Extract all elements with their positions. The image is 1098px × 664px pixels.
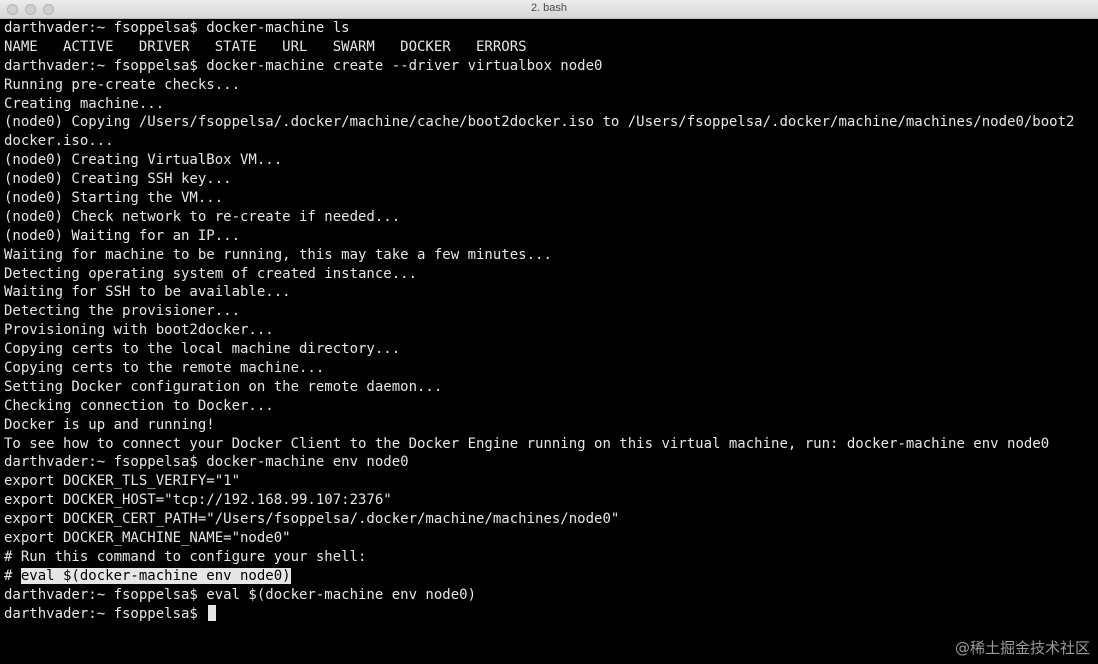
terminal-line: NAME ACTIVE DRIVER STATE URL SWARM DOCKE…: [4, 38, 527, 55]
terminal-line: Copying certs to the remote machine...: [4, 360, 325, 377]
text-cursor: [208, 604, 217, 621]
terminal-line: # Run this command to configure your she…: [4, 548, 367, 565]
terminal-line: (node0) Waiting for an IP...: [4, 227, 241, 244]
terminal-window: 2. bash darthvader:~ fsoppelsa$ docker-m…: [0, 0, 1098, 664]
terminal-line: (node0) Starting the VM...: [4, 190, 224, 207]
terminal-line: export DOCKER_CERT_PATH="/Users/fsoppels…: [4, 511, 620, 528]
prompt-line[interactable]: darthvader:~ fsoppelsa$: [4, 604, 1098, 624]
terminal-line: darthvader:~ fsoppelsa$ docker-machine l…: [4, 20, 350, 36]
comment-prefix: #: [4, 567, 21, 584]
terminal-line: Docker is up and running!: [4, 416, 215, 433]
terminal-line: Detecting the provisioner...: [4, 303, 241, 320]
terminal-line: Checking connection to Docker...: [4, 397, 274, 414]
terminal-line: Creating machine...: [4, 95, 165, 112]
terminal-line: (node0) Creating VirtualBox VM...: [4, 152, 283, 169]
terminal-line: Provisioning with boot2docker...: [4, 322, 274, 339]
title-bar: 2. bash: [0, 0, 1098, 19]
terminal-line: darthvader:~ fsoppelsa$ eval $(docker-ma…: [4, 586, 477, 603]
selected-text[interactable]: eval $(docker-machine env node0): [20, 567, 291, 584]
terminal-line: Waiting for SSH to be available...: [4, 284, 291, 301]
terminal-line: Running pre-create checks...: [4, 76, 241, 93]
terminal-line: (node0) Check network to re-create if ne…: [4, 208, 401, 225]
terminal-line: To see how to connect your Docker Client…: [4, 435, 1050, 452]
terminal-output[interactable]: darthvader:~ fsoppelsa$ docker-machine l…: [0, 19, 1098, 664]
terminal-line: docker.iso...: [4, 133, 114, 150]
highlighted-command-line: # eval $(docker-machine env node0): [4, 567, 1098, 586]
terminal-line: export DOCKER_TLS_VERIFY="1": [4, 473, 241, 490]
terminal-line: Waiting for machine to be running, this …: [4, 246, 552, 263]
terminal-line: export DOCKER_MACHINE_NAME="node0": [4, 530, 291, 547]
terminal-line: Copying certs to the local machine direc…: [4, 341, 401, 358]
terminal-line: (node0) Copying /Users/fsoppelsa/.docker…: [4, 114, 1075, 131]
shell-prompt: darthvader:~ fsoppelsa$: [4, 605, 207, 622]
watermark: @稀土掘金技术社区: [954, 639, 1090, 657]
terminal-line: darthvader:~ fsoppelsa$ docker-machine e…: [4, 454, 409, 471]
window-title: 2. bash: [530, 2, 568, 14]
terminal-line: Setting Docker configuration on the remo…: [4, 378, 443, 395]
terminal-line: Detecting operating system of created in…: [4, 265, 418, 282]
terminal-line: (node0) Creating SSH key...: [4, 171, 232, 188]
terminal-line: export DOCKER_HOST="tcp://192.168.99.107…: [4, 492, 392, 509]
terminal-line: darthvader:~ fsoppelsa$ docker-machine c…: [4, 57, 603, 74]
